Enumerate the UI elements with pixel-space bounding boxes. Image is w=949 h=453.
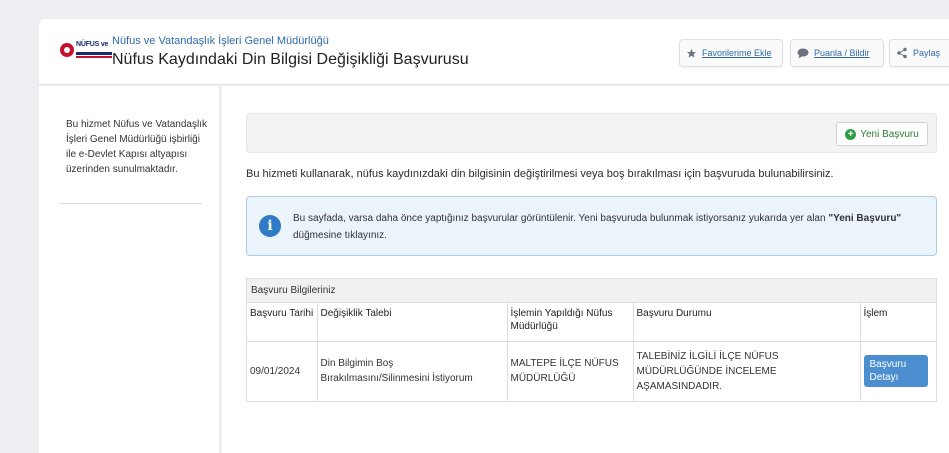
- application-detail-button[interactable]: Başvuru Detayı: [863, 355, 928, 388]
- sidebar-info-text: Bu hizmet Nüfus ve Vatandaşlık İşleri Ge…: [66, 119, 207, 175]
- favorite-label: Favorilerime Ekle: [702, 48, 772, 58]
- nvi-logo[interactable]: NÜFUS ve: [60, 41, 114, 61]
- page-header: NÜFUS ve Nüfus ve Vatandaşlık İşleri Gen…: [39, 19, 949, 85]
- logo-wordmark: NÜFUS ve: [76, 41, 109, 48]
- main-content: + Yeni Başvuru Bu hizmeti kullanarak, nü…: [222, 86, 949, 453]
- applications-card: Başvuru Bilgileriniz Başvuru Tarihi Deği…: [246, 278, 937, 402]
- table-row: 09/01/2024 Din Bilgimin Boş Bırakılmasın…: [247, 341, 936, 401]
- col-status-header: Başvuru Durumu: [633, 303, 861, 342]
- cell-status: TALEBİNİZ İLGİLİ İLÇE NÜFUS MÜDÜRLÜĞÜNDE…: [633, 341, 861, 401]
- new-application-button[interactable]: + Yeni Başvuru: [836, 122, 928, 146]
- info-text: Bu sayfada, varsa daha önce yaptığınız b…: [293, 213, 902, 241]
- page-title: Nüfus Kaydındaki Din Bilgisi Değişikliği…: [112, 51, 469, 68]
- col-request-header: Değişiklik Talebi: [317, 303, 508, 342]
- table-header-row: Başvuru Tarihi Değişiklik Talebi İşlemin…: [247, 303, 936, 342]
- applications-table: Başvuru Tarihi Değişiklik Talebi İşlemin…: [247, 303, 936, 401]
- cell-date: 09/01/2024: [247, 341, 318, 401]
- toolbar: + Yeni Başvuru: [246, 113, 937, 153]
- info-icon: i: [259, 215, 281, 237]
- share-label: Paylaş: [913, 48, 941, 58]
- plus-circle-icon: +: [845, 128, 857, 140]
- info-highlight: "Yeni Başvuru": [828, 213, 902, 224]
- speech-bubble-icon: [797, 48, 809, 58]
- cell-request: Din Bilgimin Boş Bırakılmasını/Silinmesi…: [317, 341, 508, 401]
- service-description: Bu hizmeti kullanarak, nüfus kaydınızdak…: [246, 168, 834, 180]
- sidebar: Bu hizmet Nüfus ve Vatandaşlık İşleri Ge…: [39, 86, 219, 453]
- rate-label: Puanla / Bildir: [814, 48, 870, 58]
- organization-name[interactable]: Nüfus ve Vatandaşlık İşleri Genel Müdürl…: [112, 35, 329, 47]
- applications-caption: Başvuru Bilgileriniz: [247, 279, 936, 303]
- favorite-button[interactable]: Favorilerime Ekle: [679, 39, 783, 67]
- logo-seal: [60, 43, 74, 57]
- col-action-header: İşlem: [860, 303, 936, 342]
- info-alert: i Bu sayfada, varsa daha önce yaptığınız…: [246, 196, 937, 256]
- cell-action: Başvuru Detayı: [860, 341, 936, 401]
- star-icon: [686, 48, 697, 58]
- cell-office: MALTEPE İLÇE NÜFUS MÜDÜRLÜĞÜ: [507, 341, 634, 401]
- new-application-label: Yeni Başvuru: [860, 128, 919, 140]
- rate-button[interactable]: Puanla / Bildir: [790, 39, 884, 67]
- share-icon: [897, 47, 907, 59]
- col-date-header: Başvuru Tarihi: [247, 303, 318, 342]
- sidebar-divider: [59, 203, 202, 204]
- share-button[interactable]: Paylaş: [889, 39, 949, 67]
- col-office-header: İşlemin Yapıldığı Nüfus Müdürlüğü: [507, 303, 634, 342]
